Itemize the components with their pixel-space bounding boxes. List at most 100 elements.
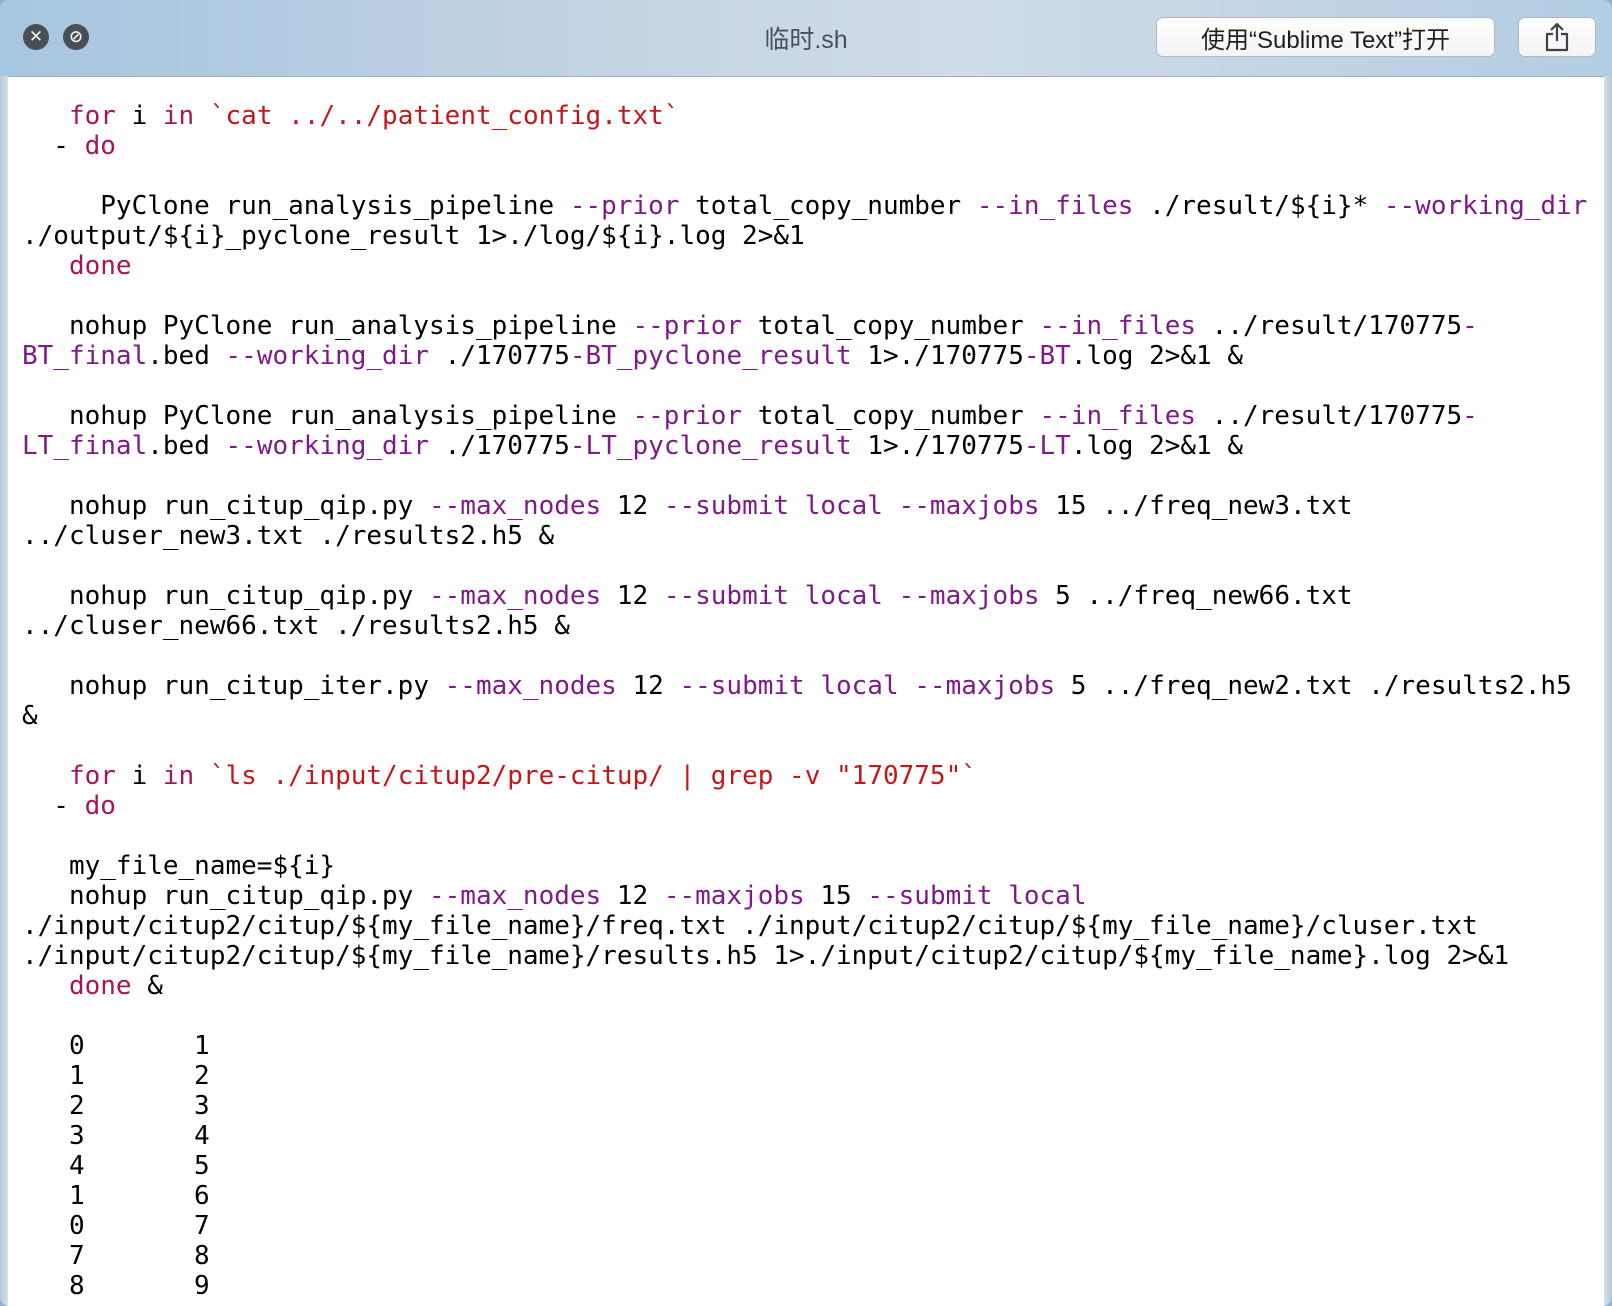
share-icon: [1545, 22, 1569, 52]
data-row: 07: [22, 1211, 1587, 1241]
code-line: my_file_name=${i}: [22, 851, 1587, 881]
close-icon[interactable]: ✕: [23, 24, 49, 50]
code-token: --submit local: [663, 491, 883, 521]
code-token: PyClone run_analysis_pipeline: [22, 191, 570, 221]
code-line: ./input/citup2/citup/${my_file_name}/res…: [22, 941, 1587, 971]
code-token: -: [22, 791, 85, 821]
code-token: ./input/citup2/citup/${my_file_name}/res…: [22, 941, 1510, 971]
window-border-right: [1604, 76, 1612, 1306]
code-token: nohup run_citup_qip.py: [22, 491, 429, 521]
code-token: ../result/170775: [1196, 401, 1463, 431]
code-token: --max_nodes: [429, 881, 602, 911]
code-token: --in_files: [1039, 401, 1197, 431]
code-token: &: [22, 701, 38, 731]
code-token: --maxjobs: [663, 881, 805, 911]
data-row: 34: [22, 1121, 1587, 1151]
code-token: -: [1462, 311, 1478, 341]
code-token: --maxjobs: [914, 671, 1056, 701]
title-bar: ✕ ⊘ 临时.sh 使用“Sublime Text”打开: [0, 0, 1612, 77]
code-token: ./170775: [429, 341, 570, 371]
code-token: --in_files: [976, 191, 1134, 221]
open-with-sublime-button[interactable]: 使用“Sublime Text”打开: [1156, 17, 1495, 57]
data-row: 23: [22, 1091, 1587, 1121]
code-token: --working_dir: [225, 431, 430, 461]
code-text: for i in `cat ../../patient_config.txt` …: [22, 101, 1587, 1301]
data-row-second-value: 2: [193, 1061, 210, 1091]
code-token: 15 ../freq_new3.txt: [1039, 491, 1353, 521]
code-token: --max_nodes: [429, 581, 602, 611]
code-token: .bed: [147, 431, 226, 461]
code-token: --prior: [569, 191, 680, 221]
code-token: nohup PyClone run_analysis_pipeline: [22, 401, 633, 431]
code-token: BT_final: [22, 341, 148, 371]
code-line: ../cluser_new66.txt ./results2.h5 &: [22, 611, 1587, 641]
data-row-first-value: 0: [68, 1031, 85, 1061]
code-token: --in_files: [1039, 311, 1197, 341]
code-token: .log 2>&1 &: [1070, 431, 1244, 461]
fullscreen-disabled-icon[interactable]: ⊘: [63, 24, 89, 50]
code-token: total_copy_number: [679, 191, 977, 221]
code-token: nohup run_citup_qip.py: [22, 881, 429, 911]
code-token: --prior: [632, 401, 743, 431]
code-token: --maxjobs: [898, 491, 1040, 521]
data-row-second-value: 7: [193, 1211, 210, 1241]
code-line: ./output/${i}_pyclone_result 1>./log/${i…: [22, 221, 1587, 251]
code-token: --submit local: [679, 671, 899, 701]
code-token: for: [68, 761, 116, 791]
code-token: do: [84, 791, 116, 821]
code-token: total_copy_number: [742, 311, 1040, 341]
code-token: 12: [601, 491, 664, 521]
code-line: - do: [22, 791, 1587, 821]
code-line: - do: [22, 131, 1587, 161]
file-preview[interactable]: for i in `cat ../../patient_config.txt` …: [8, 77, 1604, 1306]
code-token: 12: [616, 671, 680, 701]
data-row: 78: [22, 1241, 1587, 1271]
code-token: 1>./170775: [851, 431, 1024, 461]
code-token: 5 ../freq_new66.txt: [1039, 581, 1353, 611]
code-token: 15: [804, 881, 868, 911]
code-token: ../result/170775: [1196, 311, 1463, 341]
code-token: --max_nodes: [429, 491, 602, 521]
data-row-first-value: 0: [68, 1211, 85, 1241]
data-row-first-value: 3: [68, 1121, 85, 1151]
code-token: -LT: [1023, 431, 1071, 461]
code-token: --maxjobs: [898, 581, 1040, 611]
data-row: 45: [22, 1151, 1587, 1181]
code-token: my_file_name=${i}: [22, 851, 336, 881]
data-row-first-value: 4: [68, 1151, 85, 1181]
code-token: nohup run_citup_iter.py: [22, 671, 445, 701]
data-row: 89: [22, 1271, 1587, 1301]
code-token: ../cluser_new66.txt ./results2.h5 &: [22, 611, 570, 641]
data-row-second-value: 9: [193, 1271, 210, 1301]
code-token: ./result/${i}*: [1133, 191, 1384, 221]
data-row-second-value: 1: [193, 1031, 210, 1061]
code-token: --prior: [632, 311, 743, 341]
window-border-left: [0, 76, 8, 1306]
data-row-first-value: 7: [68, 1241, 85, 1271]
code-line: BT_final.bed --working_dir ./170775-BT_p…: [22, 341, 1587, 371]
data-row: 01: [22, 1031, 1587, 1061]
code-token: --submit local: [867, 881, 1087, 911]
code-token: -: [1462, 401, 1478, 431]
code-token: --max_nodes: [444, 671, 617, 701]
code-line: nohup run_citup_iter.py --max_nodes 12 -…: [22, 671, 1587, 701]
share-button[interactable]: [1518, 17, 1596, 57]
code-line: nohup PyClone run_analysis_pipeline --pr…: [22, 311, 1587, 341]
code-token: 12: [601, 881, 664, 911]
code-token: total_copy_number: [742, 401, 1040, 431]
